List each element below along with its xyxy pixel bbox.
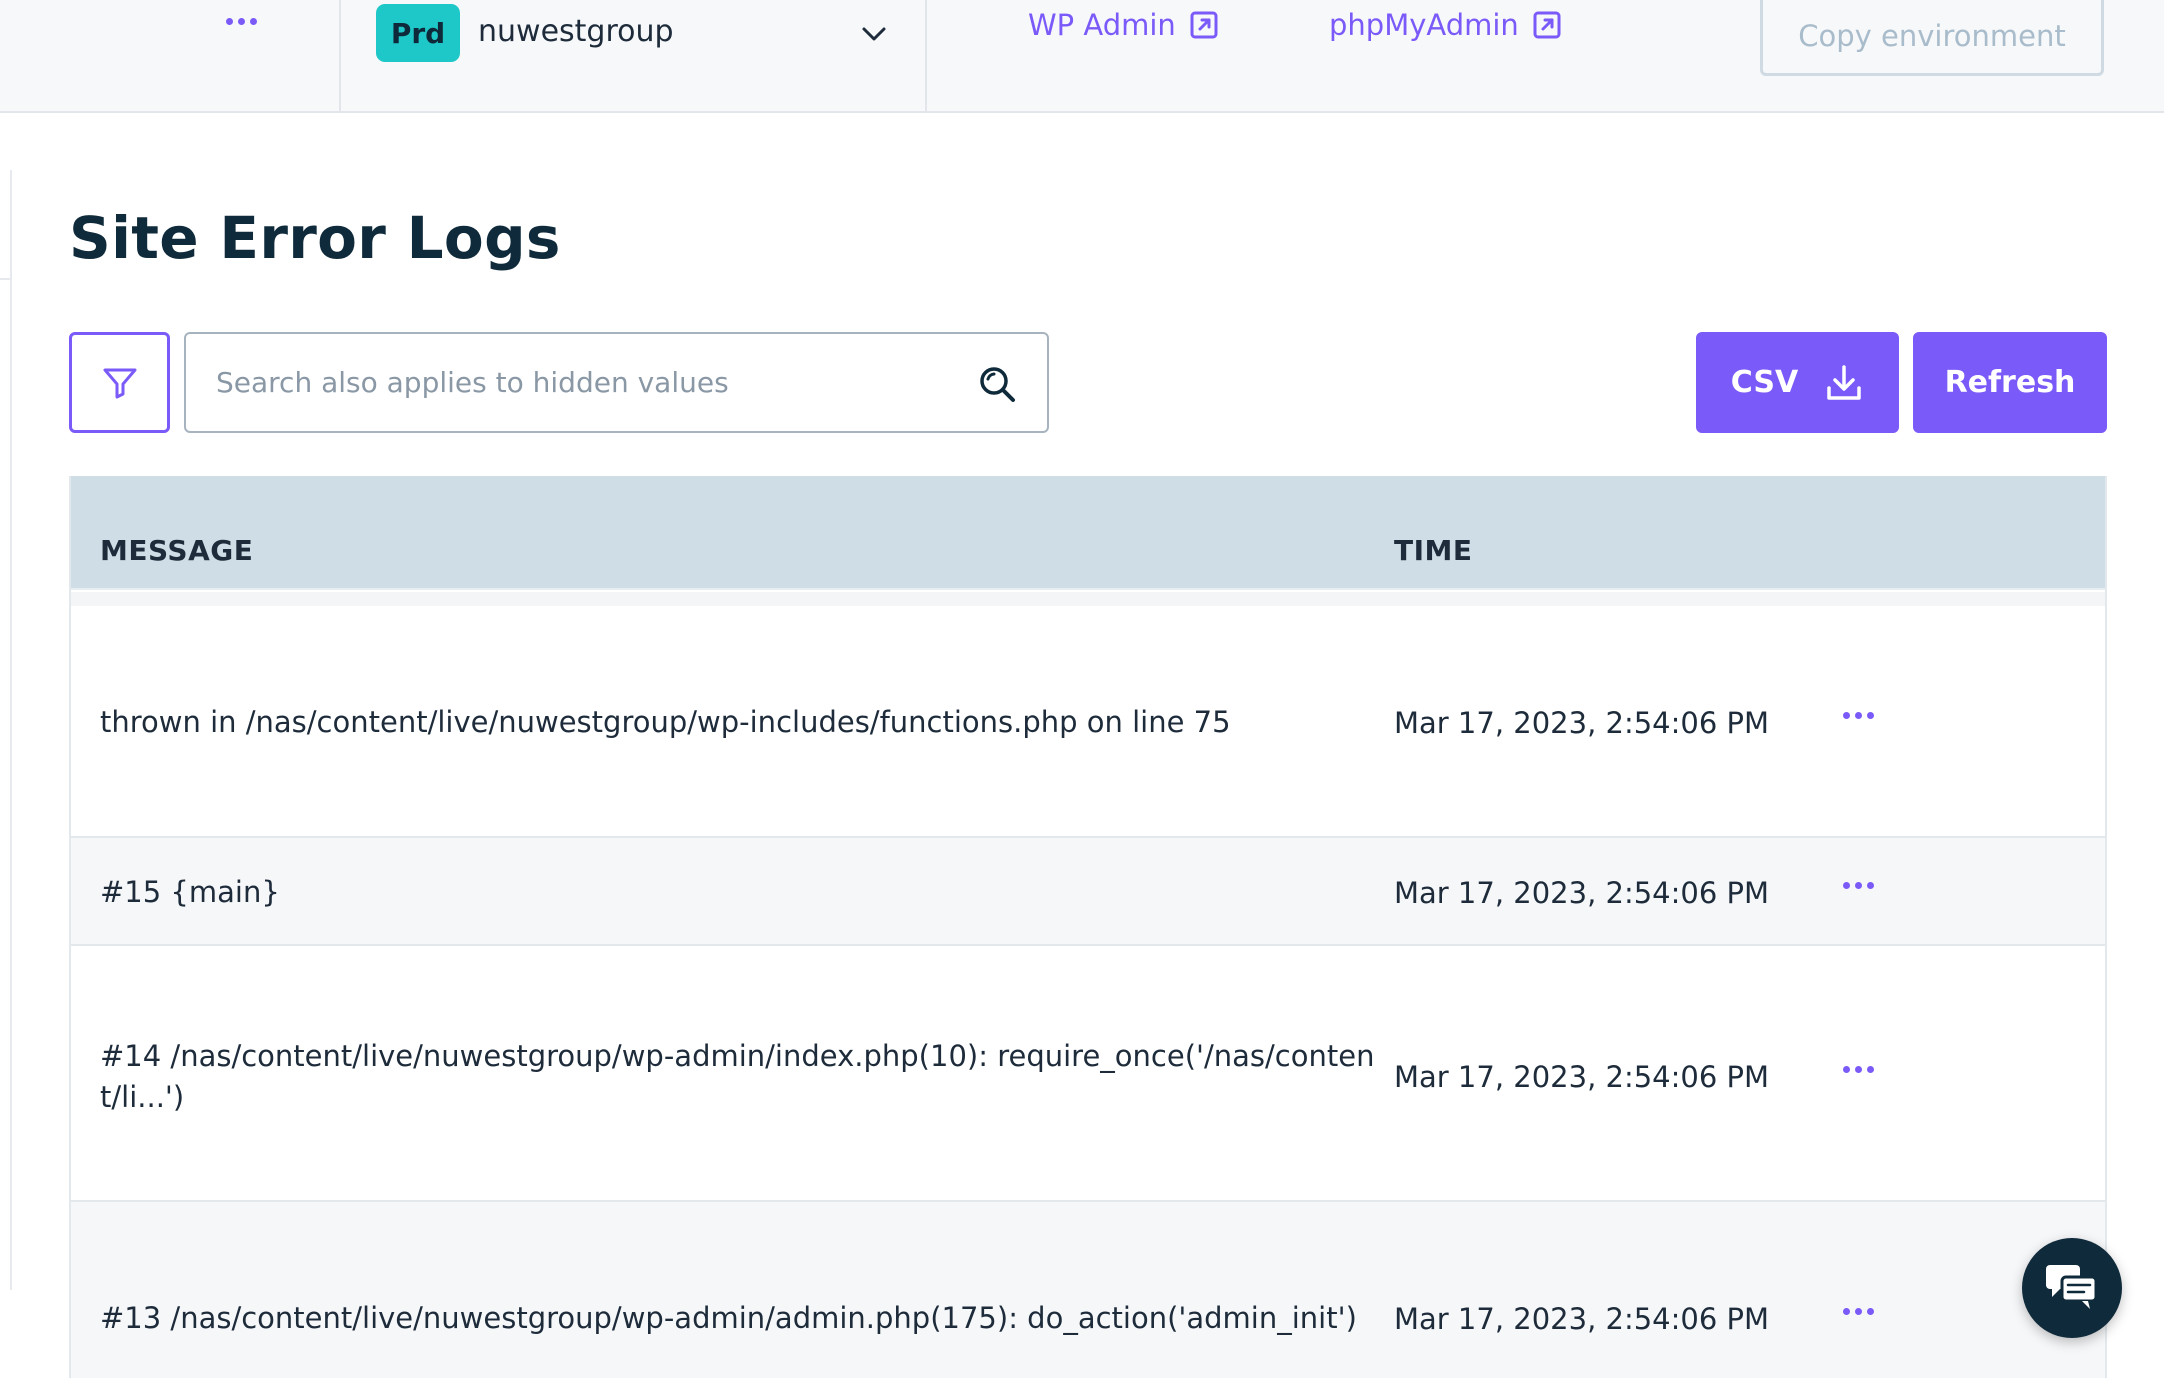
- dot: [1855, 1066, 1862, 1073]
- log-time: Mar 17, 2023, 2:54:06 PM: [1394, 706, 1770, 740]
- wp-admin-link[interactable]: WP Admin: [1028, 8, 1218, 42]
- wp-admin-label: WP Admin: [1028, 8, 1176, 42]
- dot: [250, 18, 257, 25]
- row-actions-icon[interactable]: [1843, 1302, 1874, 1321]
- search-input[interactable]: [214, 334, 974, 431]
- environment-badge: Prd: [376, 4, 460, 62]
- table-header: MESSAGE TIME: [71, 476, 2105, 590]
- page-title: Site Error Logs: [69, 204, 561, 272]
- dot: [226, 18, 233, 25]
- row-actions-icon[interactable]: [1843, 876, 1874, 895]
- table-row[interactable]: #13 /nas/content/live/nuwestgroup/wp-adm…: [71, 1202, 2105, 1378]
- dot: [1867, 882, 1874, 889]
- csv-label: CSV: [1730, 365, 1799, 400]
- phpmyadmin-link[interactable]: phpMyAdmin: [1329, 8, 1561, 42]
- error-log-table: MESSAGE TIME thrown in /nas/content/live…: [69, 476, 2107, 1378]
- copy-environment-button[interactable]: Copy environment: [1760, 0, 2104, 76]
- search-box: [184, 332, 1049, 433]
- filter-icon: [103, 368, 136, 398]
- dot: [1855, 1308, 1862, 1315]
- dot: [1843, 712, 1850, 719]
- header-spacer: [71, 592, 2105, 606]
- phpmyadmin-label: phpMyAdmin: [1329, 8, 1519, 42]
- csv-download-button[interactable]: CSV: [1696, 332, 1899, 433]
- log-time: Mar 17, 2023, 2:54:06 PM: [1394, 876, 1770, 910]
- chat-button[interactable]: [2022, 1238, 2122, 1338]
- download-icon: [1827, 364, 1861, 400]
- log-message: #14 /nas/content/live/nuwestgroup/wp-adm…: [100, 1039, 1375, 1114]
- dot: [1867, 1066, 1874, 1073]
- log-message: #15 {main}: [100, 875, 280, 909]
- table-row[interactable]: thrown in /nas/content/live/nuwestgroup/…: [71, 606, 2105, 838]
- top-bar: Prd nuwestgroup WP Admin phpMyAdmin Copy…: [0, 0, 2164, 113]
- row-actions-icon[interactable]: [1843, 706, 1874, 725]
- log-time: Mar 17, 2023, 2:54:06 PM: [1394, 1302, 1770, 1336]
- external-link-icon: [1533, 11, 1561, 39]
- dot: [1855, 712, 1862, 719]
- environment-name[interactable]: nuwestgroup: [478, 14, 674, 49]
- chat-icon: [2046, 1265, 2098, 1309]
- dot: [1843, 882, 1850, 889]
- dot: [1867, 712, 1874, 719]
- external-link-icon: [1190, 11, 1218, 39]
- column-header-time[interactable]: TIME: [1394, 534, 1473, 567]
- divider: [339, 0, 341, 113]
- table-row[interactable]: #15 {main} Mar 17, 2023, 2:54:06 PM: [71, 838, 2105, 946]
- row-actions-icon[interactable]: [1843, 1060, 1874, 1079]
- dot: [1867, 1308, 1874, 1315]
- log-message: #13 /nas/content/live/nuwestgroup/wp-adm…: [100, 1301, 1357, 1335]
- left-rail: [0, 170, 12, 1290]
- refresh-button[interactable]: Refresh: [1913, 332, 2107, 433]
- divider: [0, 278, 12, 280]
- log-time: Mar 17, 2023, 2:54:06 PM: [1394, 1060, 1770, 1094]
- divider: [925, 0, 927, 113]
- more-options-icon[interactable]: [226, 18, 257, 25]
- table-row[interactable]: #14 /nas/content/live/nuwestgroup/wp-adm…: [71, 946, 2105, 1202]
- dot: [1843, 1308, 1850, 1315]
- dot: [1855, 882, 1862, 889]
- log-message: thrown in /nas/content/live/nuwestgroup/…: [100, 705, 1231, 739]
- search-icon[interactable]: [977, 364, 1017, 404]
- chevron-down-icon[interactable]: [858, 18, 890, 50]
- dot: [238, 18, 245, 25]
- column-header-message[interactable]: MESSAGE: [100, 534, 253, 567]
- filter-button[interactable]: [69, 332, 170, 433]
- dot: [1843, 1066, 1850, 1073]
